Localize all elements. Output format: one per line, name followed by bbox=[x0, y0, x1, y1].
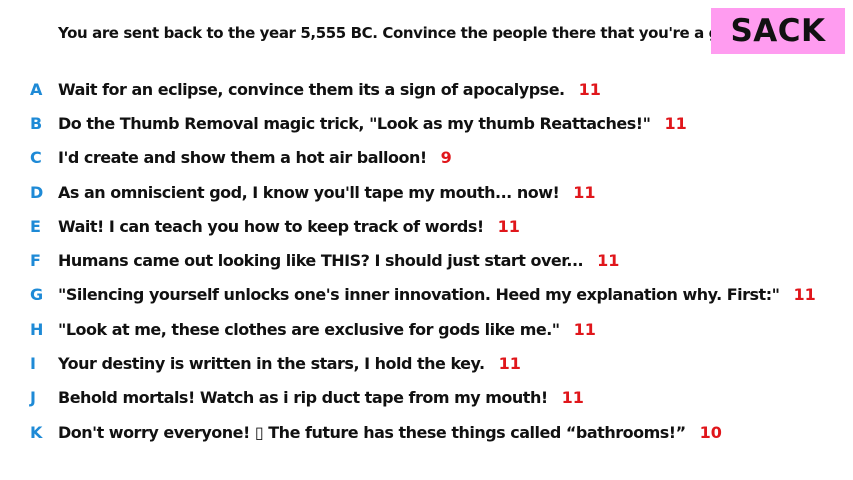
answer-item-f[interactable]: F Humans came out looking like THIS? I s… bbox=[30, 243, 816, 277]
answer-score: 11 bbox=[573, 182, 596, 202]
answer-item-i[interactable]: I Your destiny is written in the stars, … bbox=[30, 346, 816, 380]
answer-letter: B bbox=[30, 113, 43, 133]
answer-letter: F bbox=[30, 251, 41, 271]
answer-letter: K bbox=[30, 422, 43, 442]
answer-score: 11 bbox=[793, 285, 816, 305]
answer-letter: C bbox=[30, 148, 42, 168]
answer-item-d[interactable]: D As an omniscient god, I know you'll ta… bbox=[30, 175, 816, 209]
answer-text: "Silencing yourself unlocks one's inner … bbox=[58, 285, 780, 305]
answer-item-h[interactable]: H "Look at me, these clothes are exclusi… bbox=[30, 312, 816, 346]
category-badge: SACK bbox=[711, 8, 845, 54]
answer-score: 11 bbox=[561, 388, 584, 408]
answer-letter: D bbox=[30, 182, 44, 202]
answer-letter: I bbox=[30, 354, 36, 374]
category-label: SACK bbox=[730, 13, 826, 49]
answer-score: 11 bbox=[573, 319, 596, 339]
answer-item-c[interactable]: C I'd create and show them a hot air bal… bbox=[30, 141, 816, 175]
answer-item-j[interactable]: J Behold mortals! Watch as i rip duct ta… bbox=[30, 381, 816, 415]
answer-text: Your destiny is written in the stars, I … bbox=[58, 354, 485, 374]
answer-score: 10 bbox=[699, 422, 722, 442]
answer-score: 11 bbox=[664, 113, 687, 133]
answer-score: 11 bbox=[597, 251, 620, 271]
answer-item-a[interactable]: A Wait for an eclipse, convince them its… bbox=[30, 72, 816, 106]
answer-text: Behold mortals! Watch as i rip duct tape… bbox=[58, 388, 548, 408]
answer-letter: A bbox=[30, 79, 43, 99]
answer-letter: E bbox=[30, 216, 41, 236]
answer-text: Humans came out looking like THIS? I sho… bbox=[58, 251, 584, 271]
prompt-text: You are sent back to the year 5,555 BC. … bbox=[58, 24, 745, 42]
answer-score: 11 bbox=[497, 216, 520, 236]
answer-item-b[interactable]: B Do the Thumb Removal magic trick, "Loo… bbox=[30, 106, 816, 140]
answer-text: I'd create and show them a hot air ballo… bbox=[58, 148, 427, 168]
answer-letter: J bbox=[30, 388, 36, 408]
answer-text: Don't worry everyone! ▯ The future has t… bbox=[58, 422, 686, 442]
answer-text: "Look at me, these clothes are exclusive… bbox=[58, 319, 560, 339]
answer-score: 11 bbox=[498, 354, 521, 374]
answer-list: A Wait for an eclipse, convince them its… bbox=[30, 72, 816, 449]
answer-text: As an omniscient god, I know you'll tape… bbox=[58, 182, 560, 202]
answer-score: 11 bbox=[578, 79, 601, 99]
answer-text: Wait! I can teach you how to keep track … bbox=[58, 216, 484, 236]
answer-item-k[interactable]: K Don't worry everyone! ▯ The future has… bbox=[30, 415, 816, 449]
answer-text: Wait for an eclipse, convince them its a… bbox=[58, 79, 565, 99]
answer-letter: G bbox=[30, 285, 44, 305]
answer-item-e[interactable]: E Wait! I can teach you how to keep trac… bbox=[30, 209, 816, 243]
answer-score: 9 bbox=[440, 148, 452, 168]
answer-letter: H bbox=[30, 319, 44, 339]
answer-item-g[interactable]: G "Silencing yourself unlocks one's inne… bbox=[30, 278, 816, 312]
answer-text: Do the Thumb Removal magic trick, "Look … bbox=[58, 113, 651, 133]
